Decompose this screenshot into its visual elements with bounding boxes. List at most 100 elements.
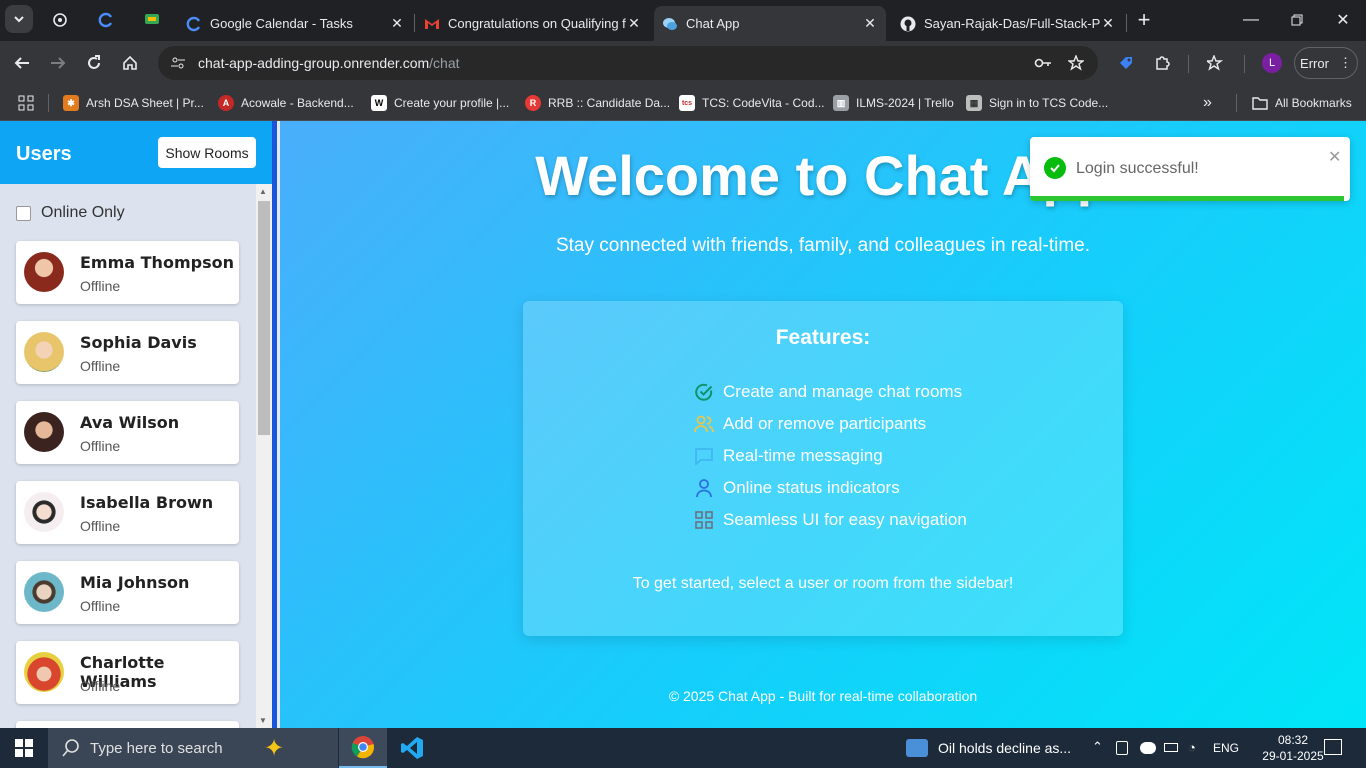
chrome-icon [351, 736, 375, 759]
user-name: Emma Thompson [80, 253, 234, 272]
tab-gmail[interactable]: Congratulations on Qualifying f ✕ [416, 6, 650, 41]
reload-button[interactable] [79, 48, 109, 78]
tab-search-button[interactable] [5, 5, 33, 33]
scroll-up-icon[interactable]: ▲ [259, 187, 267, 196]
get-started-text: To get started, select a user or room fr… [632, 575, 1014, 592]
chevron-up-icon[interactable]: ⌃ [1092, 739, 1103, 755]
avatar [24, 652, 64, 692]
feature-text: Add or remove participants [723, 414, 927, 433]
error-label: Error [1300, 55, 1329, 71]
folder-icon [1252, 97, 1268, 110]
login-success-toast[interactable]: Login successful! ✕ [1030, 137, 1350, 201]
close-icon[interactable]: ✕ [1328, 147, 1341, 167]
all-bookmarks-button[interactable]: All Bookmarks [1252, 91, 1352, 115]
tab-google-calendar[interactable]: Google Calendar - Tasks ✕ [178, 6, 413, 41]
tab-title: Sayan-Rajak-Das/Full-Stack-Pro [924, 16, 1100, 31]
bookmark-rrb[interactable]: R RRB :: Candidate Da... [525, 91, 670, 115]
close-icon[interactable]: ✕ [862, 15, 878, 32]
bookmark-tcs-code[interactable]: ▦ Sign in to TCS Code... [966, 91, 1108, 115]
show-rooms-button[interactable]: Show Rooms [158, 137, 256, 168]
close-icon[interactable]: ✕ [1100, 15, 1116, 32]
taskbar-vscode[interactable] [388, 728, 436, 768]
favorites-button[interactable] [1201, 48, 1231, 78]
news-widget[interactable]: Oil holds decline as... [906, 728, 1071, 768]
user-card[interactable] [16, 721, 239, 728]
more-bookmarks-button[interactable]: » [1203, 91, 1212, 115]
battery-icon[interactable] [1164, 743, 1178, 752]
news-text: Oil holds decline as... [938, 740, 1072, 756]
online-only-filter[interactable]: Online Only [16, 204, 125, 222]
profile-avatar[interactable]: L [1262, 53, 1282, 73]
pinned-tab-openai[interactable] [45, 5, 75, 35]
pinned-tab-codechef[interactable] [91, 5, 121, 35]
chevron-right-icon: » [1203, 94, 1212, 111]
language-indicator[interactable]: ENG [1213, 741, 1239, 755]
apps-button[interactable] [18, 91, 34, 115]
online-only-label: Online Only [41, 204, 125, 221]
start-button[interactable] [0, 728, 48, 768]
url-host: chat-app-adding-group.onrender.com [198, 55, 430, 71]
meet-now-icon[interactable] [1116, 741, 1128, 755]
online-only-checkbox[interactable] [16, 205, 31, 221]
tab-chat-app[interactable]: Chat App ✕ [654, 6, 886, 41]
close-icon: ✕ [1336, 12, 1350, 29]
forward-button[interactable] [43, 48, 73, 78]
bookmark-label: RRB :: Candidate Da... [548, 96, 671, 110]
bookmark-arsh-dsa[interactable]: ✱ Arsh DSA Sheet | Pr... [63, 91, 204, 115]
feature-item: Add or remove participants [694, 412, 926, 436]
minimize-icon: — [1243, 11, 1259, 28]
wifi-icon[interactable]: ◔ [1188, 740, 1196, 755]
back-button[interactable] [7, 48, 37, 78]
restore-button[interactable] [1274, 0, 1320, 40]
address-bar[interactable]: chat-app-adding-group.onrender.com/chat [158, 46, 1098, 80]
users-icon [694, 414, 714, 434]
avatar [24, 252, 64, 292]
user-card[interactable]: Isabella Brown Offline [16, 481, 239, 544]
close-window-button[interactable]: ✕ [1320, 0, 1366, 40]
user-card[interactable]: Sophia Davis Offline [16, 321, 239, 384]
close-icon[interactable]: ✕ [389, 15, 405, 32]
url-path: /chat [429, 55, 460, 71]
minimize-button[interactable]: — [1228, 0, 1274, 40]
taskbar-search[interactable]: Type here to search ✦ [48, 728, 338, 768]
clock[interactable]: 08:32 29-01-2025 [1262, 732, 1324, 764]
bookmark-acowale[interactable]: A Acowale - Backend... [218, 91, 354, 115]
scroll-down-icon[interactable]: ▼ [259, 716, 267, 725]
extension-button[interactable] [1111, 48, 1141, 78]
user-name: Isabella Brown [80, 493, 214, 512]
sidebar-scrollbar[interactable]: ▲ ▼ [256, 184, 272, 728]
user-card[interactable]: Charlotte Williams Offline [16, 641, 239, 704]
onedrive-icon[interactable] [1140, 742, 1156, 754]
bookmark-label: Arsh DSA Sheet | Pr... [86, 96, 204, 110]
taskbar-chrome[interactable] [339, 728, 387, 768]
scrollbar-thumb[interactable] [258, 201, 270, 435]
site-info-icon[interactable] [170, 55, 186, 71]
user-card[interactable]: Ava Wilson Offline [16, 401, 239, 464]
grid-icon [694, 510, 714, 530]
tab-github[interactable]: Sayan-Rajak-Das/Full-Stack-Pro ✕ [892, 6, 1124, 41]
error-button[interactable]: Error ⋮ [1294, 47, 1358, 79]
bookmark-create-profile[interactable]: W Create your profile |... [371, 91, 509, 115]
pinned-tab-meet[interactable] [137, 5, 167, 35]
user-status: Offline [80, 598, 121, 614]
bookmark-trello[interactable]: ▥ ILMS-2024 | Trello [833, 91, 954, 115]
search-icon [62, 739, 79, 757]
user-card[interactable]: Emma Thompson Offline [16, 241, 239, 304]
user-icon [694, 478, 714, 498]
tag-extension-icon [1120, 57, 1132, 69]
more-vert-icon: ⋮ [1338, 55, 1352, 70]
notifications-icon[interactable] [1324, 739, 1342, 755]
bookmark-favicon-icon: A [218, 95, 234, 111]
chat-app-icon [662, 16, 678, 32]
user-card[interactable]: Mia Johnson Offline [16, 561, 239, 624]
star-icon[interactable] [1068, 55, 1084, 71]
bookmark-label: All Bookmarks [1275, 96, 1352, 110]
new-tab-button[interactable]: + [1129, 5, 1159, 35]
password-key-icon[interactable] [1034, 55, 1052, 71]
bookmark-label: Acowale - Backend... [241, 96, 354, 110]
bookmark-label: Create your profile |... [394, 96, 510, 110]
extensions-menu-button[interactable] [1147, 48, 1177, 78]
home-button[interactable] [115, 48, 145, 78]
bookmark-tcs-codevita[interactable]: tcs TCS: CodeVita - Cod... [679, 91, 825, 115]
close-icon[interactable]: ✕ [626, 15, 642, 32]
